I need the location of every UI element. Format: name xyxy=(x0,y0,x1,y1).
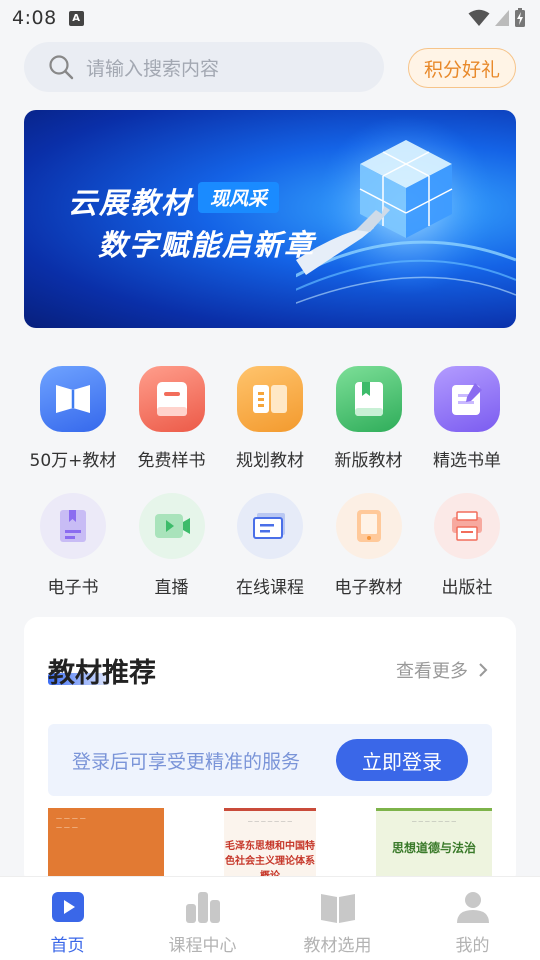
entry-booklist[interactable]: 精选书单 xyxy=(418,366,516,471)
entry-label: 50万+教材 xyxy=(29,451,117,471)
nav-course-center[interactable]: 课程中心 xyxy=(135,877,270,960)
entry-e-textbook[interactable]: 电子教材 xyxy=(320,493,418,598)
nav-mine[interactable]: 我的 xyxy=(405,877,540,960)
online-course-icon xyxy=(237,493,303,559)
promo-banner[interactable]: 云展教材 现风采 数字赋能启新章 xyxy=(24,110,516,328)
nav-label: 首页 xyxy=(50,936,85,956)
entry-label: 免费样书 xyxy=(137,451,206,471)
entry-new-edition[interactable]: 新版教材 xyxy=(320,366,418,471)
login-prompt-text: 登录后可享受更精准的服务 xyxy=(72,750,301,773)
entry-textbooks[interactable]: 50万+教材 xyxy=(24,366,122,471)
section-title-text: 教材推荐 xyxy=(48,658,156,689)
entry-ebook[interactable]: 电子书 xyxy=(24,493,122,598)
entry-label: 电子书 xyxy=(47,578,99,598)
nav-label: 我的 xyxy=(455,936,490,956)
sample-book-icon xyxy=(138,366,205,432)
login-prompt-bar: 登录后可享受更精准的服务 立即登录 xyxy=(48,724,492,796)
status-bar: 4:08 A xyxy=(0,0,540,36)
banner-title-line1: 云展教材 xyxy=(68,186,193,220)
status-indicators xyxy=(468,8,526,28)
entry-press[interactable]: 出版社 xyxy=(418,493,516,598)
banner-cube-illustration xyxy=(296,115,516,304)
nav-home[interactable]: 首页 xyxy=(0,877,135,960)
textbook-recommend-card: 教材推荐 查看更多 登录后可享受更精准的服务 立即登录 — — — — — — —… xyxy=(24,617,516,887)
search-placeholder: 请输入搜索内容 xyxy=(86,57,220,80)
search-icon xyxy=(49,55,74,80)
view-more-link[interactable]: 查看更多 xyxy=(396,657,494,683)
entry-label: 新版教材 xyxy=(334,451,403,471)
notification-icon: A xyxy=(68,10,84,26)
bottom-navigation: 首页 课程中心 教材选用 我的 xyxy=(0,876,540,960)
book-cover-decoration: — — — — — — — xyxy=(247,819,293,825)
entry-online-course[interactable]: 在线课程 xyxy=(221,493,319,598)
entry-live[interactable]: 直播 xyxy=(123,493,221,598)
points-rewards-button[interactable]: 积分好礼 xyxy=(408,48,516,88)
entry-label: 电子教材 xyxy=(334,578,403,598)
status-time: 4:08 xyxy=(12,7,57,29)
bar-chart-icon xyxy=(184,889,222,925)
quick-entry-row-1: 50万+教材 免费样书 规划教材 新版教材 精选书单 xyxy=(24,366,516,471)
user-icon xyxy=(454,889,492,925)
nav-label: 教材选用 xyxy=(303,936,372,956)
tablet-icon xyxy=(335,493,402,559)
book-cover-decoration: — — — — — — — xyxy=(56,815,86,831)
section-title: 教材推荐 xyxy=(48,651,156,690)
entry-free-samples[interactable]: 免费样书 xyxy=(123,366,221,471)
book-icon xyxy=(319,889,357,925)
view-more-label: 查看更多 xyxy=(396,661,468,682)
home-play-icon xyxy=(49,889,87,925)
quick-entry-row-2: 电子书 直播 在线课程 电子教材 出版社 xyxy=(24,493,516,598)
banner-title-line2: 数字赋能启新章 xyxy=(98,228,316,262)
book-cover-decoration: — — — — — — — xyxy=(411,819,457,825)
chevron-right-icon xyxy=(479,663,488,677)
banner-tag: 现风采 xyxy=(198,182,280,213)
entry-label: 规划教材 xyxy=(236,451,304,471)
book-title: 思想道德与法治 xyxy=(391,841,476,855)
press-icon xyxy=(434,493,500,559)
entry-label: 出版社 xyxy=(441,578,493,598)
search-input[interactable]: 请输入搜索内容 xyxy=(24,42,384,92)
open-book-icon xyxy=(40,366,106,432)
entry-label: 在线课程 xyxy=(236,578,304,598)
signal-icon xyxy=(495,10,509,26)
nav-textbook-select[interactable]: 教材选用 xyxy=(270,877,405,960)
battery-charging-icon xyxy=(515,8,525,27)
planned-book-icon xyxy=(237,366,303,432)
login-button[interactable]: 立即登录 xyxy=(336,739,468,781)
wifi-icon xyxy=(468,9,490,26)
entry-label: 直播 xyxy=(154,578,189,598)
entry-label: 精选书单 xyxy=(433,451,501,471)
live-icon xyxy=(138,493,205,559)
nav-label: 课程中心 xyxy=(168,936,237,956)
booklist-icon xyxy=(434,366,500,432)
ebook-icon xyxy=(40,493,106,559)
quick-entry-grid: 50万+教材 免费样书 规划教材 新版教材 精选书单 电子书 直播 在线课程 电… xyxy=(24,366,516,598)
entry-planned-textbooks[interactable]: 规划教材 xyxy=(221,366,319,471)
new-book-icon xyxy=(335,366,402,432)
